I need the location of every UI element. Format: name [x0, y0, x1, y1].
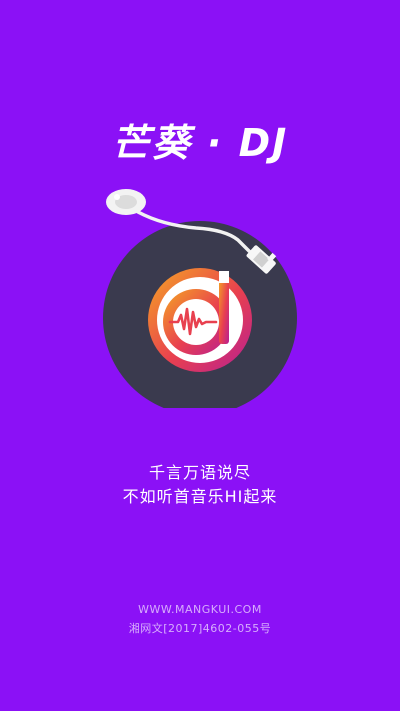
dj-record-logo-icon — [148, 268, 252, 372]
splash-screen: 芒葵 · DJ 千言万语说尽 不如听首音乐HI起来 WWW.MANGKUI.CO… — [0, 0, 400, 711]
tagline-line-1: 千言万语说尽 — [148, 463, 251, 482]
app-title: 芒葵 · DJ — [111, 121, 289, 165]
license-number: 湘网文[2017]4602-055号 — [128, 622, 272, 635]
tagline-line-2: 不如听首音乐HI起来 — [122, 487, 278, 506]
website-url: WWW.MANGKUI.COM — [138, 603, 262, 616]
turntable-illustration — [103, 189, 297, 408]
